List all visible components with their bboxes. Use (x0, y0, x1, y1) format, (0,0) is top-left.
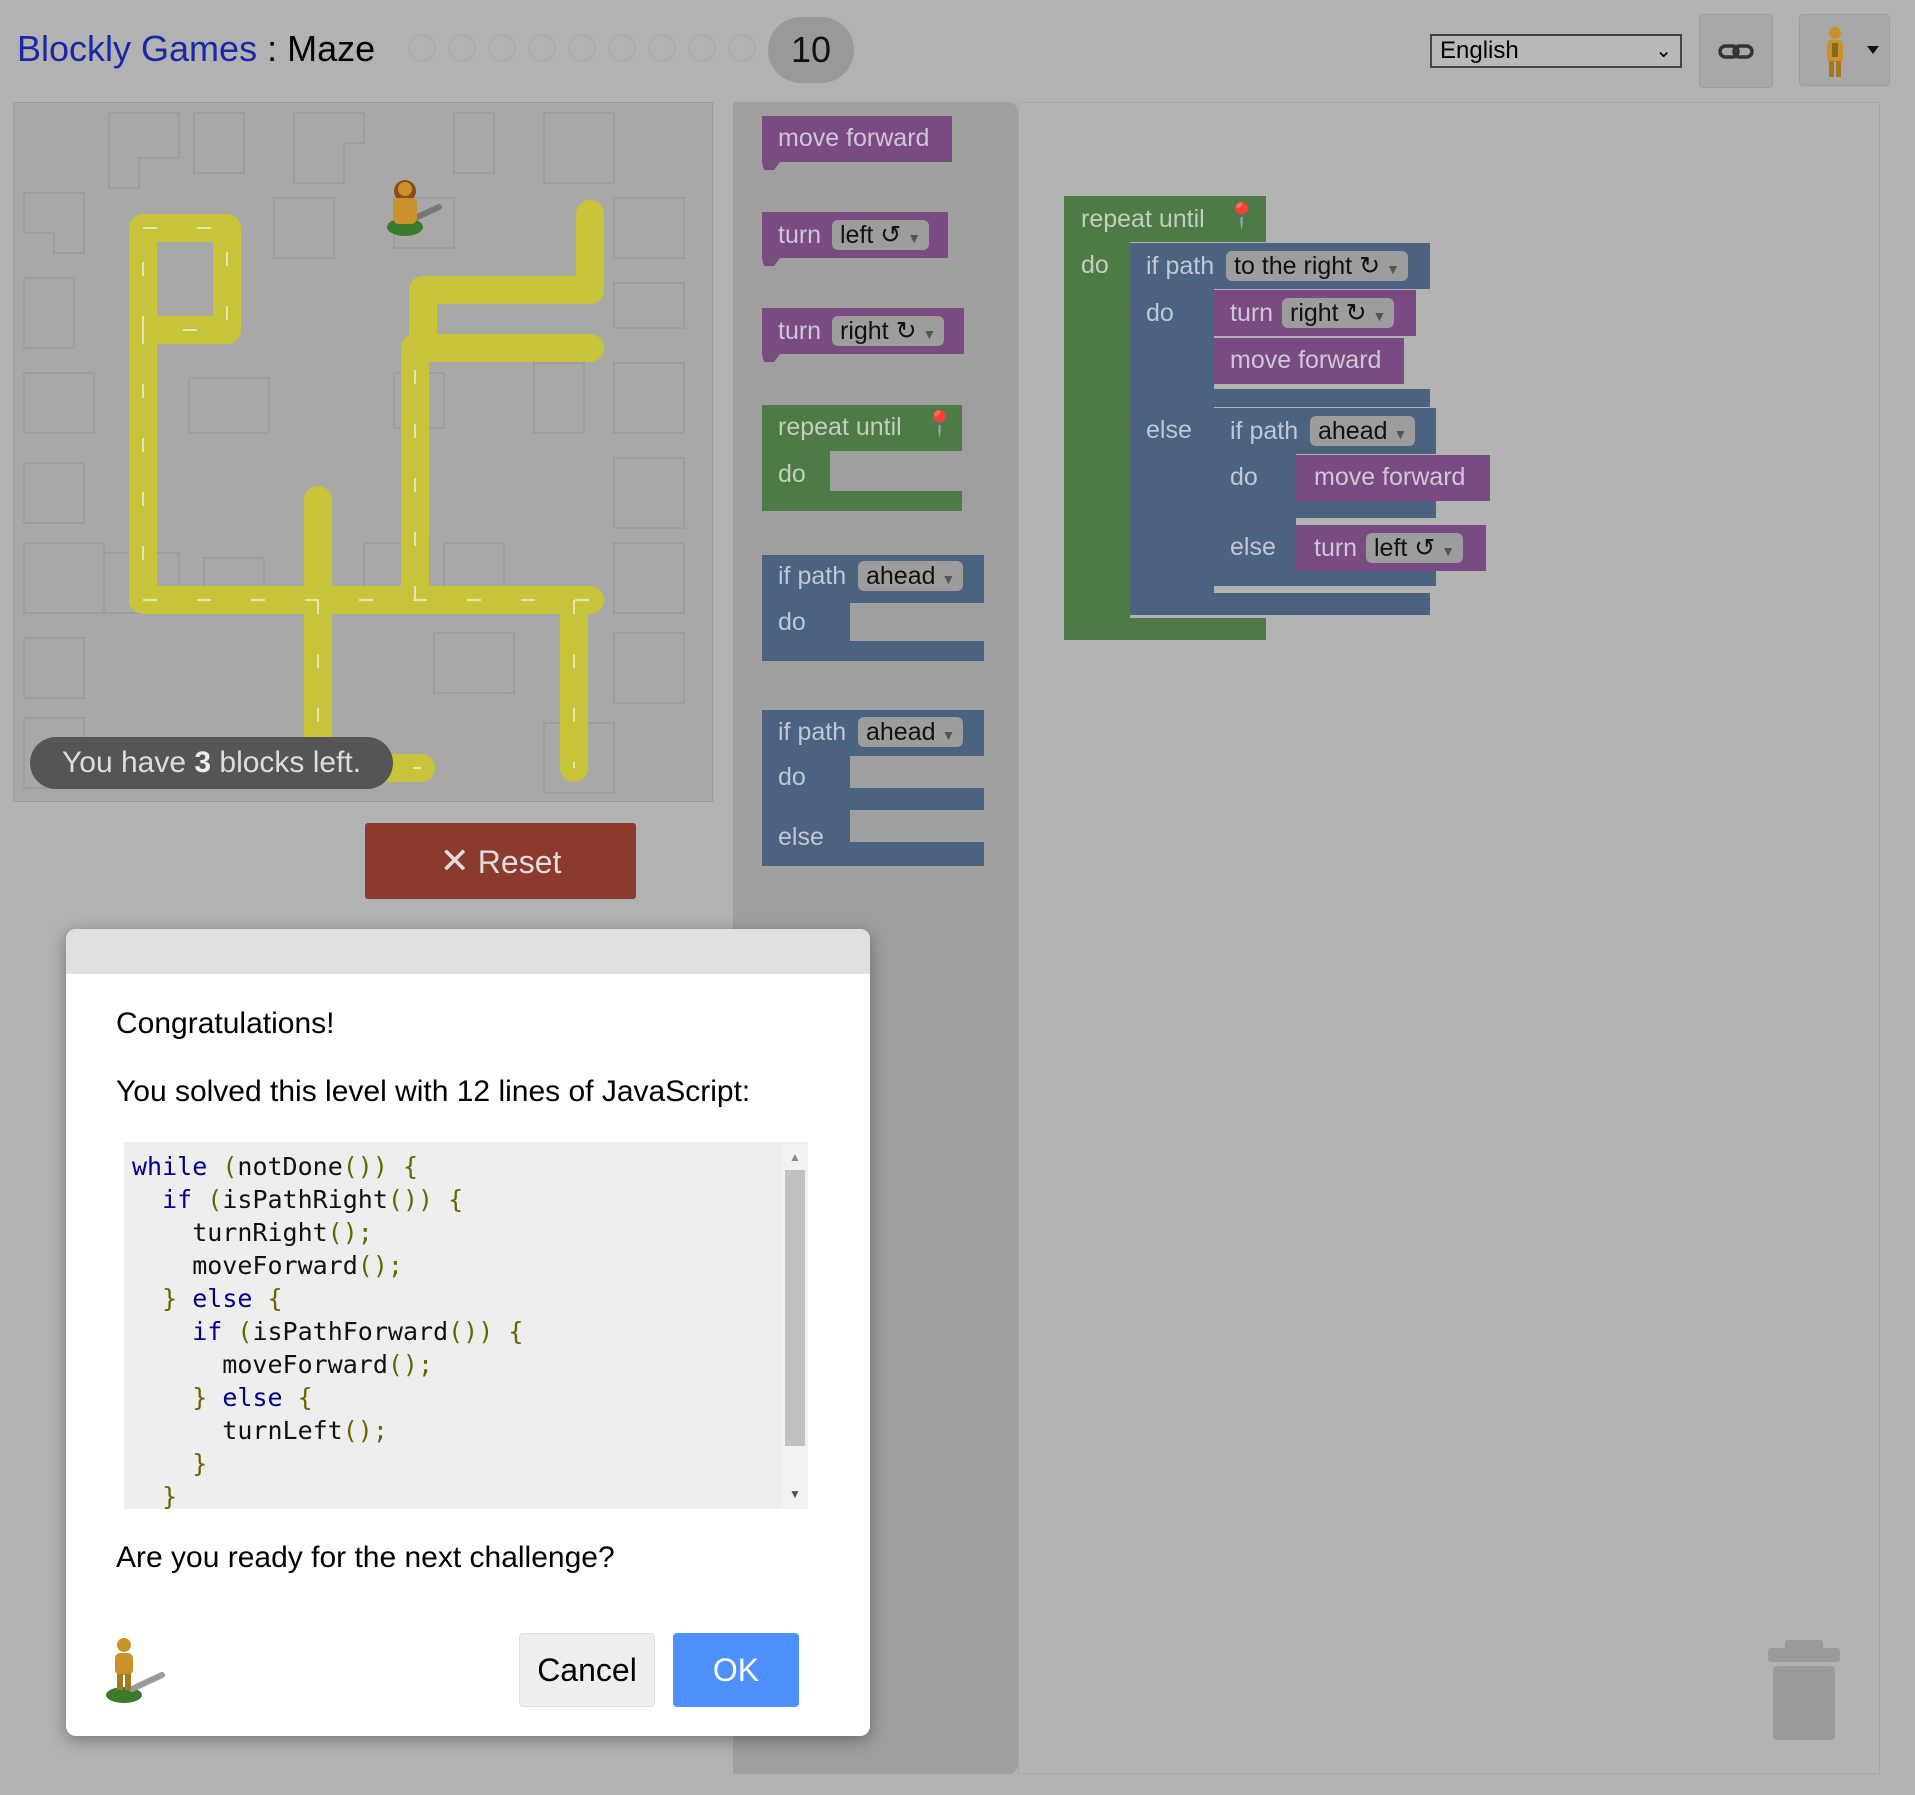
cancel-button[interactable]: Cancel (519, 1633, 655, 1707)
scroll-down-icon[interactable]: ▼ (789, 1487, 801, 1501)
page-title: Blockly Games : Maze (17, 28, 375, 70)
dialog-heading: Congratulations! (116, 1007, 335, 1040)
toolbox-turn-label[interactable]: turn (778, 221, 821, 250)
goal-marker-icon: 📍 (924, 410, 956, 438)
ok-button[interactable]: OK (673, 1633, 799, 1707)
link-icon (1718, 44, 1754, 59)
toolbox-ifelse-ahead-dropdown[interactable]: ahead ▼ (858, 717, 964, 747)
toolbox-turn-right-dropdown[interactable]: right ↻ ▼ (832, 316, 945, 346)
blocks-left-message: You have 3 blocks left. (30, 737, 394, 789)
dialog-header (66, 929, 870, 974)
chevron-down-icon: ⌄ (1655, 40, 1672, 62)
toolbox-repeat-until-label[interactable]: repeat until (778, 413, 902, 442)
toolbox-do-label: do (778, 763, 806, 791)
if-do-label: do (1146, 299, 1174, 327)
pegman-icon (106, 1638, 165, 1703)
move-forward-label[interactable]: move forward (1230, 346, 1381, 375)
language-select[interactable]: English ⌄ (1430, 34, 1682, 68)
repeat-until-label[interactable]: repeat until (1081, 205, 1205, 234)
toolbox-if-ahead-dropdown[interactable]: ahead ▼ (858, 561, 964, 591)
toolbox-else-label: else (778, 823, 824, 851)
dialog-question: Are you ready for the next challenge? (116, 1541, 615, 1574)
dialog-summary: You solved this level with 12 lines of J… (116, 1075, 751, 1108)
nested-else-label: else (1230, 533, 1276, 561)
brand-link[interactable]: Blockly Games (17, 28, 257, 69)
blocks-left-count: 3 (194, 746, 212, 779)
level-2-dot[interactable] (448, 34, 476, 62)
congratulations-dialog: Congratulations! You solved this level w… (66, 929, 870, 1736)
blockly-workspace[interactable] (1018, 102, 1880, 1774)
level-6-dot[interactable] (608, 34, 636, 62)
nested-turn-label[interactable]: turn (1314, 534, 1357, 563)
code-scrollbar[interactable]: ▲ ▼ (782, 1142, 808, 1509)
repeat-do-label: do (1081, 251, 1109, 279)
pegman-selector-button[interactable] (1799, 14, 1890, 86)
pegman-icon (387, 180, 442, 236)
pegman-icon (1827, 27, 1879, 77)
if-path-label[interactable]: if path (1146, 252, 1214, 281)
code-viewer[interactable]: while (notDone()) { if (isPathRight()) {… (124, 1142, 808, 1509)
toolbox-move-forward-label[interactable]: move forward (778, 124, 929, 153)
toolbox-turn-label[interactable]: turn (778, 317, 821, 346)
level-1-dot[interactable] (408, 34, 436, 62)
generated-code: while (notDone()) { if (isPathRight()) {… (132, 1152, 524, 1509)
game-name: Maze (287, 28, 376, 69)
scroll-up-icon[interactable]: ▲ (789, 1150, 801, 1164)
toolbox-if-path-label[interactable]: if path (778, 718, 846, 747)
toolbox-do-label: do (778, 460, 806, 488)
nested-if-path-label[interactable]: if path (1230, 417, 1298, 446)
level-7-dot[interactable] (648, 34, 676, 62)
current-level-badge[interactable]: 10 (768, 17, 854, 83)
title-separator: : (257, 28, 288, 69)
level-8-dot[interactable] (688, 34, 716, 62)
language-value: English (1440, 37, 1519, 64)
close-icon: ✕ (439, 840, 470, 881)
nested-do-label: do (1230, 463, 1258, 491)
else-label: else (1146, 416, 1192, 444)
nested-turn-direction-dropdown[interactable]: left ↺ ▼ (1366, 533, 1464, 563)
toolbox-turn-left-dropdown[interactable]: left ↺ ▼ (832, 220, 930, 250)
nested-path-direction-dropdown[interactable]: ahead ▼ (1310, 416, 1416, 446)
level-5-dot[interactable] (568, 34, 596, 62)
level-3-dot[interactable] (488, 34, 516, 62)
turn-label[interactable]: turn (1230, 299, 1273, 328)
code-scrollbar-thumb[interactable] (785, 1170, 805, 1446)
caret-down-icon (1867, 46, 1879, 54)
toolbox-if-path-label[interactable]: if path (778, 562, 846, 591)
nested-move-forward-label[interactable]: move forward (1314, 463, 1465, 492)
goal-marker-icon: 📍 (1226, 202, 1258, 230)
level-4-dot[interactable] (528, 34, 556, 62)
link-button[interactable] (1699, 14, 1773, 88)
level-9-dot[interactable] (728, 34, 756, 62)
turn-direction-dropdown[interactable]: right ↻ ▼ (1282, 298, 1395, 328)
toolbox-do-label: do (778, 608, 806, 636)
path-direction-dropdown[interactable]: to the right ↻ ▼ (1226, 251, 1408, 281)
maze-board (13, 102, 713, 802)
reset-button[interactable]: ✕ Reset (365, 823, 636, 899)
